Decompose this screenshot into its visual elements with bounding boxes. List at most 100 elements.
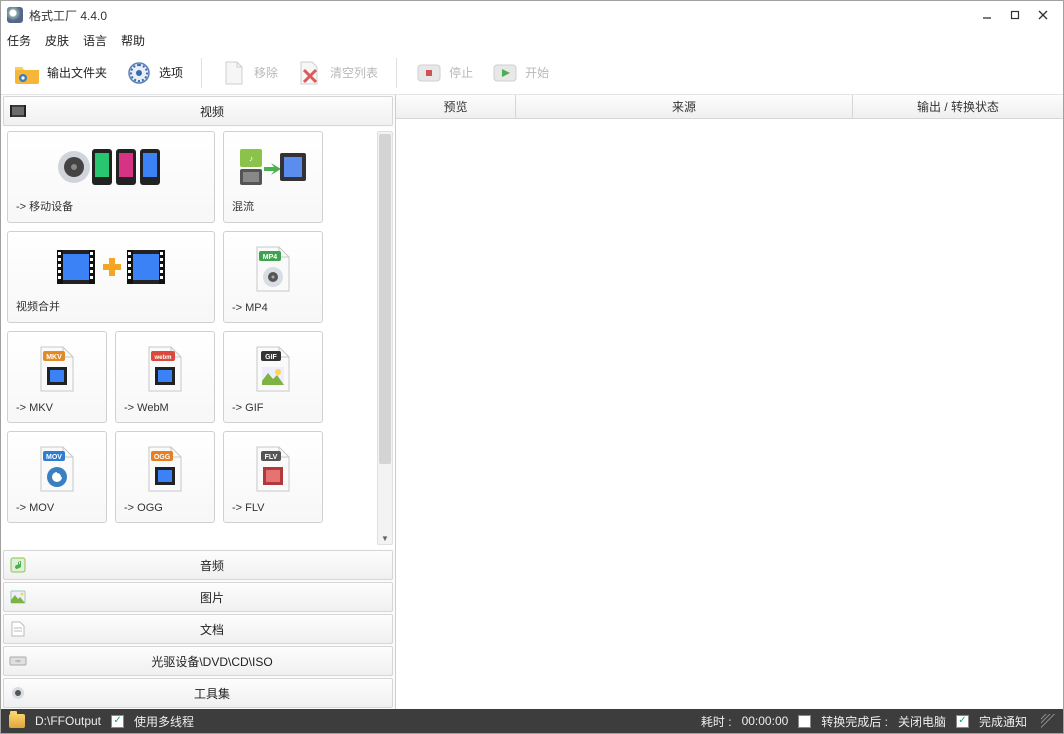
shutdown-label: 关闭电脑 <box>898 713 946 730</box>
options-button[interactable]: 选项 <box>121 57 187 89</box>
ogg-icon: OGG <box>124 440 206 498</box>
window-title: 格式工厂 4.4.0 <box>29 7 107 24</box>
output-folder-label: 输出文件夹 <box>47 64 107 81</box>
remove-label: 移除 <box>254 64 278 81</box>
svg-text:MOV: MOV <box>46 454 62 461</box>
tile-gif[interactable]: GIF -> GIF <box>223 331 323 423</box>
svg-text:MP4: MP4 <box>263 254 278 261</box>
output-path[interactable]: D:\FFOutput <box>35 714 101 728</box>
col-source[interactable]: 来源 <box>516 95 853 118</box>
col-status[interactable]: 输出 / 转换状态 <box>853 95 1063 118</box>
task-list-pane: 预览 来源 输出 / 转换状态 <box>396 95 1063 709</box>
menu-language[interactable]: 语言 <box>83 32 107 49</box>
tile-mobile-label: -> 移动设备 <box>16 194 206 214</box>
maximize-button[interactable] <box>1001 5 1029 25</box>
start-button[interactable]: 开始 <box>487 57 553 89</box>
task-list-header: 预览 来源 输出 / 转换状态 <box>396 95 1063 119</box>
tile-mp4[interactable]: MP4 -> MP4 <box>223 231 323 323</box>
category-tools-label: 工具集 <box>32 685 392 702</box>
toolbar-separator <box>396 58 397 88</box>
elapsed-value: 00:00:00 <box>742 714 789 728</box>
mobile-device-icon <box>16 140 206 194</box>
tile-video-merge[interactable]: 视频合并 <box>7 231 215 323</box>
notify-checkbox[interactable] <box>956 715 969 728</box>
clear-icon <box>296 59 324 87</box>
tile-mobile-device[interactable]: -> 移动设备 <box>7 131 215 223</box>
after-convert-label: 转换完成后 : <box>821 713 888 730</box>
elapsed-label: 耗时 : <box>701 713 732 730</box>
output-folder-button[interactable]: 输出文件夹 <box>9 57 111 89</box>
status-bar: D:\FFOutput 使用多线程 耗时 : 00:00:00 转换完成后 : … <box>1 709 1063 733</box>
toolbar: 输出文件夹 选项 移除 清空列表 停止 <box>1 51 1063 95</box>
mp4-icon: MP4 <box>232 240 314 298</box>
tile-mux[interactable]: ♪ 混流 <box>223 131 323 223</box>
svg-text:GIF: GIF <box>265 354 277 361</box>
svg-text:FLV: FLV <box>265 454 278 461</box>
category-video-label: 视频 <box>32 103 392 120</box>
tile-ogg[interactable]: OGG -> OGG <box>115 431 215 523</box>
category-document-label: 文档 <box>32 621 392 638</box>
remove-button[interactable]: 移除 <box>216 57 282 89</box>
play-icon <box>491 59 519 87</box>
clear-list-label: 清空列表 <box>330 64 378 81</box>
mov-icon: MOV <box>16 440 98 498</box>
close-button[interactable] <box>1029 5 1057 25</box>
image-icon <box>4 589 32 605</box>
tile-webm[interactable]: webm -> WebM <box>115 331 215 423</box>
category-drive-label: 光驱设备\DVD\CD\ISO <box>32 653 392 670</box>
clear-list-button[interactable]: 清空列表 <box>292 57 382 89</box>
app-icon <box>7 7 23 23</box>
category-video[interactable]: 视频 <box>3 96 393 126</box>
title-bar: 格式工厂 4.4.0 <box>1 1 1063 29</box>
stop-label: 停止 <box>449 64 473 81</box>
category-document[interactable]: 文档 <box>3 614 393 644</box>
col-preview[interactable]: 预览 <box>396 95 516 118</box>
gif-icon: GIF <box>232 340 314 398</box>
tile-mkv[interactable]: MKV -> MKV <box>7 331 107 423</box>
video-icon <box>4 103 32 119</box>
folder-icon <box>13 59 41 87</box>
toolbar-separator <box>201 58 202 88</box>
minimize-button[interactable] <box>973 5 1001 25</box>
webm-icon: webm <box>124 340 206 398</box>
tiles-scrollbar[interactable]: ▲ ▼ <box>377 131 393 545</box>
category-drive[interactable]: 光驱设备\DVD\CD\ISO <box>3 646 393 676</box>
menu-help[interactable]: 帮助 <box>121 32 145 49</box>
tile-gif-label: -> GIF <box>232 398 314 414</box>
task-list-body <box>396 119 1063 709</box>
svg-text:♪: ♪ <box>249 154 253 163</box>
svg-text:webm: webm <box>153 355 171 361</box>
menu-task[interactable]: 任务 <box>7 32 31 49</box>
tile-mov-label: -> MOV <box>16 498 98 514</box>
tile-flv[interactable]: FLV -> FLV <box>223 431 323 523</box>
drive-icon <box>4 654 32 668</box>
category-image-label: 图片 <box>32 589 392 606</box>
category-audio-label: 音频 <box>32 557 392 574</box>
tile-webm-label: -> WebM <box>124 398 206 414</box>
menu-skin[interactable]: 皮肤 <box>45 32 69 49</box>
start-label: 开始 <box>525 64 549 81</box>
status-folder-icon[interactable] <box>9 714 25 728</box>
mux-icon: ♪ <box>232 140 314 194</box>
tools-icon <box>4 685 32 701</box>
category-tools[interactable]: 工具集 <box>3 678 393 708</box>
merge-icon <box>16 240 206 294</box>
gear-icon <box>125 59 153 87</box>
stop-button[interactable]: 停止 <box>411 57 477 89</box>
category-pane: 视频 -> 移动设备 <box>1 95 396 709</box>
tile-merge-label: 视频合并 <box>16 294 206 314</box>
tile-mux-label: 混流 <box>232 194 314 214</box>
resize-grip[interactable] <box>1041 714 1055 728</box>
document-icon <box>220 59 248 87</box>
svg-text:MKV: MKV <box>46 354 62 361</box>
shutdown-checkbox[interactable] <box>798 715 811 728</box>
multithread-checkbox[interactable] <box>111 715 124 728</box>
options-label: 选项 <box>159 64 183 81</box>
category-audio[interactable]: 音频 <box>3 550 393 580</box>
document-icon <box>4 621 32 637</box>
mkv-icon: MKV <box>16 340 98 398</box>
notify-label: 完成通知 <box>979 713 1027 730</box>
flv-icon: FLV <box>232 440 314 498</box>
tile-mov[interactable]: MOV -> MOV <box>7 431 107 523</box>
category-image[interactable]: 图片 <box>3 582 393 612</box>
